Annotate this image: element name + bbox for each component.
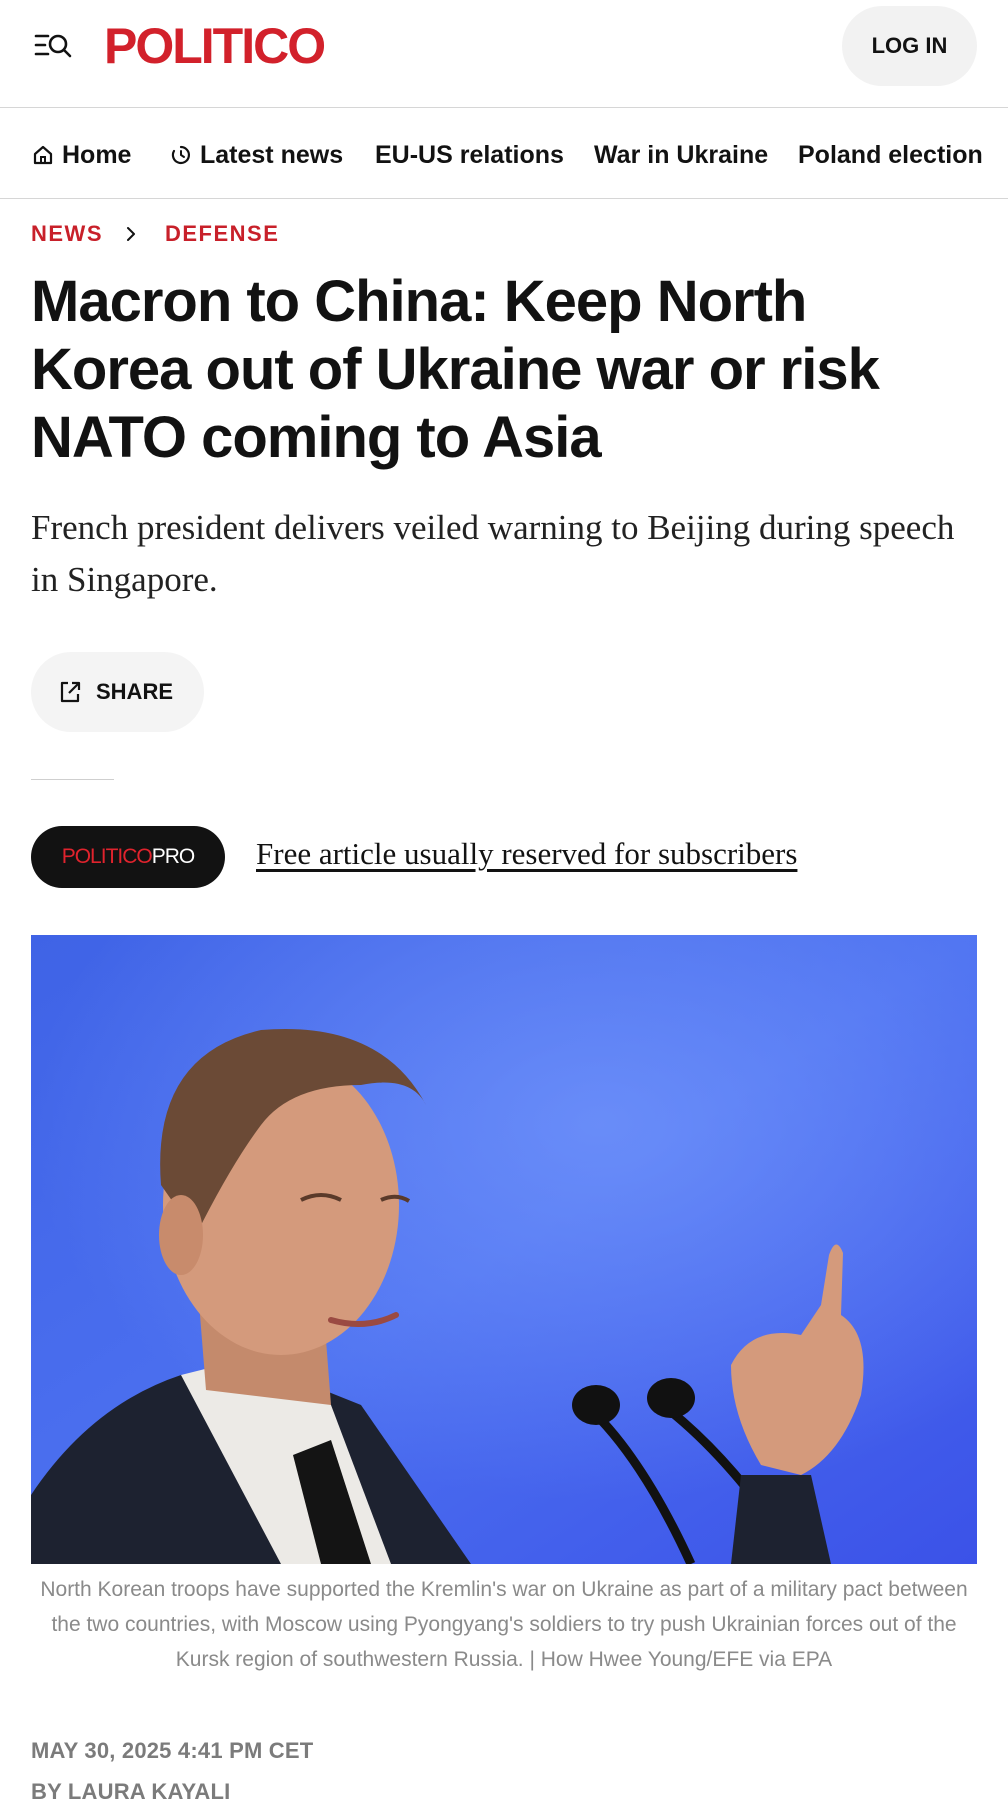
article-dateline: MAY 30, 2025 4:41 PM CET	[31, 1738, 314, 1763]
politico-pro-badge[interactable]: POLITICO PRO	[31, 826, 225, 888]
free-article-link[interactable]: Free article usually reserved for subscr…	[256, 836, 797, 872]
article-dek: French president delivers veiled warning…	[31, 508, 955, 599]
nav-item-label: War in Ukraine	[594, 140, 769, 169]
nav-item-war-in-ukraine[interactable]: War in Ukraine	[594, 135, 768, 175]
share-icon	[60, 681, 81, 703]
site-header: POLITICO LOG IN	[0, 0, 1008, 108]
section-nav: Home Latest news EU-US relations War in …	[0, 109, 1008, 199]
breadcrumb-defense[interactable]: DEFENSE	[165, 221, 279, 247]
nav-item-label: Latest news	[200, 140, 344, 169]
hero-image	[31, 935, 977, 1564]
nav-item-label: Home	[62, 140, 132, 169]
nav-item-eu-us-relations[interactable]: EU-US relations	[375, 135, 564, 175]
share-button[interactable]: SHARE	[31, 652, 204, 732]
article-byline[interactable]: BY LAURA KAYALI	[31, 1779, 230, 1805]
article-headline: Macron to China: Keep North Korea out of…	[31, 269, 880, 470]
home-icon	[33, 145, 53, 165]
nav-item-label: EU-US relations	[375, 140, 564, 169]
divider	[31, 779, 114, 780]
chevron-right-icon	[125, 225, 137, 243]
clock-icon	[171, 145, 190, 165]
breadcrumb: NEWS DEFENSE	[31, 218, 279, 250]
nav-item-poland-election[interactable]: Poland election	[798, 135, 983, 175]
nav-item-label: Poland election	[798, 140, 983, 169]
menu-search-icon[interactable]	[34, 30, 74, 62]
image-caption: North Korean troops have supported the K…	[40, 1578, 968, 1671]
share-label: SHARE	[96, 679, 174, 704]
nav-item-home[interactable]: Home	[32, 135, 131, 175]
pro-badge-pro: PRO	[151, 845, 196, 868]
pro-badge-politico: POLITICO	[61, 845, 153, 868]
breadcrumb-news[interactable]: NEWS	[31, 221, 103, 247]
nav-item-latest-news[interactable]: Latest news	[170, 135, 343, 175]
login-button[interactable]: LOG IN	[842, 6, 977, 86]
politico-logo[interactable]: POLITICO	[104, 18, 326, 74]
